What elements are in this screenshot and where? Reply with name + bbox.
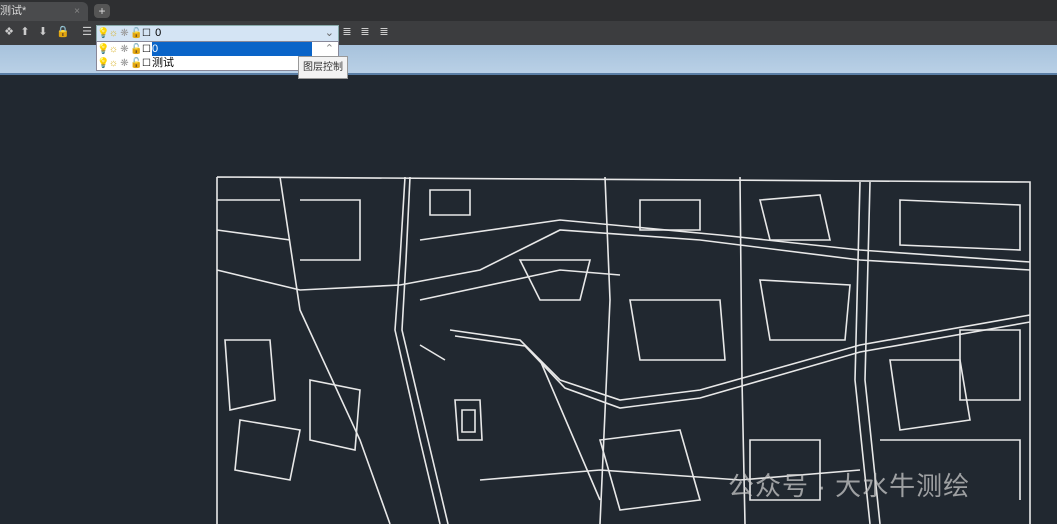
watermark: 公众号 · 大水牛测绘 xyxy=(728,471,971,501)
road xyxy=(279,176,391,524)
map-drawing[interactable] xyxy=(0,0,1057,524)
road xyxy=(394,176,441,524)
